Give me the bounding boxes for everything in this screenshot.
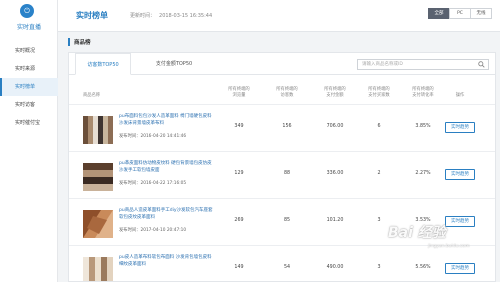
col-header-buyers-line2: 支付买家数 bbox=[368, 93, 390, 98]
col-header-browse-line2: 浏览量 bbox=[232, 93, 246, 98]
col-header-product: 商品名称 bbox=[83, 93, 101, 98]
col-header-buyers: 所有终端的 支付买家数 bbox=[359, 87, 399, 99]
search-box bbox=[357, 59, 489, 70]
cell-pay-amount: 101.20 bbox=[326, 218, 344, 223]
realtime-trend-button[interactable]: 实时趋势 bbox=[445, 216, 475, 227]
cell-pay-amount: 336.00 bbox=[326, 171, 344, 176]
device-tab-pc[interactable]: PC bbox=[449, 8, 471, 19]
update-time: 更新时间： 2018-03-15 16:35:44 bbox=[130, 12, 212, 19]
sidebar-item-visitors[interactable]: 实时访客 bbox=[0, 96, 58, 114]
col-header-browse: 所有终端的 浏览量 bbox=[219, 87, 259, 99]
product-published-time: 发布时间：2017-04-10 20:47:10 bbox=[119, 228, 187, 233]
cell-pay-amount: 490.00 bbox=[326, 265, 344, 270]
cell-visitors: 54 bbox=[283, 265, 291, 270]
cell-buyers: 6 bbox=[377, 124, 381, 129]
section-heading: 商品榜 bbox=[68, 36, 496, 50]
product-name-link[interactable]: pu革皮面料仿动物皮纹料 硬包背景墙包皮仿皮沙发手工软包墙皮面 bbox=[119, 161, 215, 174]
table-header: 商品名称 所有终端的 浏览量 所有终端的 访客数 所有终端的 支付金额 所有终端… bbox=[69, 87, 495, 105]
cell-buyers: 3 bbox=[377, 265, 381, 270]
search-icon[interactable] bbox=[478, 61, 485, 68]
product-published-time: 发布时间：2016-04-20 14:41:46 bbox=[119, 134, 187, 139]
page-header: 实时榜单 更新时间： 2018-03-15 16:35:44 全部 PC 无线 bbox=[58, 0, 500, 32]
page-title: 实时榜单 bbox=[76, 11, 108, 20]
col-header-action: 操作 bbox=[455, 93, 465, 98]
col-header-conversion: 所有终端的 支付转化率 bbox=[403, 87, 443, 99]
device-tabs: 全部 PC 无线 bbox=[428, 8, 492, 19]
product-thumbnail[interactable] bbox=[83, 116, 113, 144]
table-row: pu布面料包包沙发人造革面料 椅门墙硬包皮料沙发床背景墙皮革布料 发布时间：20… bbox=[69, 106, 495, 152]
sidebar-item-sources[interactable]: 实时来源 bbox=[0, 60, 58, 78]
watermark-logo: Bai 经验 bbox=[388, 225, 446, 241]
product-published-time: 发布时间：2016-04-22 17:16:05 bbox=[119, 181, 187, 186]
sidebar-menu: 实时概况 实时来源 实时榜单 实时访客 实时催付宝 bbox=[0, 42, 58, 132]
cell-buyers: 2 bbox=[377, 171, 381, 176]
table-row: pu革皮面料仿动物皮纹料 硬包背景墙包皮仿皮沙发手工软包墙皮面 发布时间：201… bbox=[69, 153, 495, 199]
cell-browse: 269 bbox=[234, 218, 244, 223]
update-time-value: 2018-03-15 16:35:44 bbox=[159, 13, 213, 19]
table-row: pu皮人造革布料软包布面料 沙发背包墙包皮料细纹皮革面料 149 54 490.… bbox=[69, 247, 495, 282]
device-tab-wireless[interactable]: 无线 bbox=[470, 8, 492, 19]
sidebar-brand: 实时直播 bbox=[16, 24, 41, 31]
realtime-trend-button[interactable]: 实时趋势 bbox=[445, 169, 475, 180]
product-name-link[interactable]: pu布面料包包沙发人造革面料 椅门墙硬包皮料沙发床背景墙皮革布料 bbox=[119, 114, 215, 127]
col-header-pay-amount-line2: 支付金额 bbox=[326, 93, 344, 98]
ranking-tabs: 访客数TOP50 支付金额TOP50 bbox=[69, 53, 495, 75]
col-header-pay-amount: 所有终端的 支付金额 bbox=[315, 87, 355, 99]
sidebar: ⏻ 实时直播 实时概况 实时来源 实时榜单 实时访客 实时催付宝 bbox=[0, 0, 58, 282]
product-name-link[interactable]: pu皮人造革布料软包布面料 沙发背包墙包皮料细纹皮革面料 bbox=[119, 255, 215, 268]
col-header-visitors-line2: 访客数 bbox=[280, 93, 294, 98]
product-name-link[interactable]: pu商品人造皮革面料手工diy沙发软包汽车座套软包皮纹皮革面料 bbox=[119, 208, 215, 221]
tab-visitors-top50[interactable]: 访客数TOP50 bbox=[75, 53, 131, 75]
watermark-url: jingyan.baidu.com bbox=[428, 244, 470, 249]
cell-visitors: 85 bbox=[283, 218, 291, 223]
sidebar-item-overview[interactable]: 实时概况 bbox=[0, 42, 58, 60]
cell-visitors: 156 bbox=[282, 124, 292, 129]
product-thumbnail[interactable] bbox=[83, 257, 113, 282]
section-title: 商品榜 bbox=[74, 40, 91, 46]
cell-pay-amount: 706.00 bbox=[326, 124, 344, 129]
tab-payment-top50[interactable]: 支付金额TOP50 bbox=[137, 53, 211, 75]
realtime-trend-button[interactable]: 实时趋势 bbox=[445, 122, 475, 133]
cell-browse: 149 bbox=[234, 265, 244, 270]
update-time-label: 更新时间： bbox=[130, 13, 156, 19]
realtime-trend-button[interactable]: 实时趋势 bbox=[445, 263, 475, 274]
product-thumbnail[interactable] bbox=[83, 210, 113, 238]
col-header-conversion-line2: 支付转化率 bbox=[412, 93, 434, 98]
cell-visitors: 88 bbox=[283, 171, 291, 176]
cell-browse: 129 bbox=[234, 171, 244, 176]
device-tab-all[interactable]: 全部 bbox=[428, 8, 450, 19]
sidebar-item-rankings[interactable]: 实时榜单 bbox=[0, 78, 58, 96]
cell-conversion: 2.27% bbox=[415, 171, 431, 176]
section-accent-bar bbox=[68, 38, 70, 46]
product-thumbnail[interactable] bbox=[83, 163, 113, 191]
power-icon: ⏻ bbox=[20, 4, 34, 18]
cell-conversion: 3.85% bbox=[415, 124, 431, 129]
col-header-visitors: 所有终端的 访客数 bbox=[267, 87, 307, 99]
cell-browse: 349 bbox=[234, 124, 244, 129]
sidebar-item-payment-reminder[interactable]: 实时催付宝 bbox=[0, 114, 58, 132]
cell-conversion: 5.56% bbox=[415, 265, 431, 270]
search-input[interactable] bbox=[358, 60, 476, 69]
